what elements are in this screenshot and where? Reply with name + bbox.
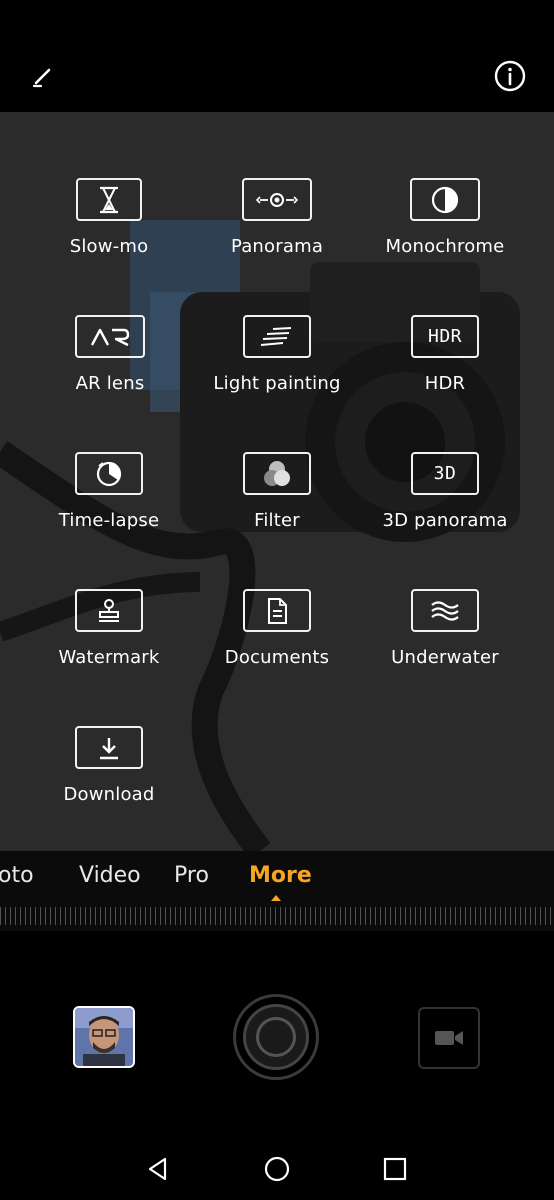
mode-slow-mo[interactable]: Slow-mo [24,178,194,278]
mode-label: AR lens [75,373,145,394]
shutter-inner-ring [243,1004,309,1070]
mode-monochrome[interactable]: Monochrome [360,178,530,278]
mode-label: Documents [224,647,330,668]
mode-time-lapse[interactable]: Time-lapse [24,452,194,552]
mode-download[interactable]: Download [24,726,194,826]
mode-label: Time-lapse [58,510,160,531]
hourglass-icon [76,178,142,221]
mode-3d-panorama[interactable]: 3D 3D panorama [360,452,530,552]
mode-label: 3D panorama [382,510,508,531]
tab-video[interactable]: Video [79,863,141,888]
light-streaks-icon [243,315,311,358]
mode-hdr[interactable]: HDR HDR [360,315,530,415]
waves-icon [411,589,479,632]
mode-underwater[interactable]: Underwater [360,589,530,689]
mode-grid: Slow-mo Panorama Monochrome AR lens Ligh… [0,112,554,851]
mode-documents[interactable]: Documents [192,589,362,689]
mode-label: Filter [254,510,300,531]
camera-screen: Slow-mo Panorama Monochrome AR lens Ligh… [0,0,554,1200]
mode-label: Download [63,784,155,805]
filter-icon [243,452,311,495]
mode-label: Watermark [58,647,160,668]
mode-label: HDR [424,373,466,394]
mode-scroll-ruler[interactable] [0,907,554,925]
pencil-icon[interactable] [25,58,61,94]
mode-light-painting[interactable]: Light painting [192,315,362,415]
ar-icon [75,315,145,358]
3d-icon-text: 3D [433,463,457,484]
stamp-icon [75,589,143,632]
active-tab-indicator [271,895,281,901]
mode-label: Underwater [391,647,499,668]
tab-more[interactable]: More [249,863,312,888]
info-icon[interactable] [492,58,528,94]
3d-icon: 3D [411,452,479,495]
panorama-icon [242,178,312,221]
system-nav-bar [0,1131,554,1200]
mode-label: Monochrome [385,236,505,257]
home-circle-icon[interactable] [263,1155,291,1183]
mode-label: Light painting [213,373,341,394]
video-camera-icon[interactable] [418,1007,480,1069]
top-bar [0,0,554,112]
mode-panorama[interactable]: Panorama [192,178,362,278]
shutter-core [256,1017,296,1057]
shutter-button[interactable] [233,994,319,1080]
hdr-icon: HDR [411,315,479,358]
mode-filter[interactable]: Filter [192,452,362,552]
viewfinder: Slow-mo Panorama Monochrome AR lens Ligh… [0,112,554,851]
back-triangle-icon[interactable] [144,1155,172,1183]
recents-square-icon[interactable] [381,1155,409,1183]
mode-label: Slow-mo [69,236,149,257]
download-icon [75,726,143,769]
mode-label: Panorama [230,236,324,257]
tab-pro[interactable]: Pro [174,863,209,888]
timer-icon [75,452,143,495]
gallery-thumbnail[interactable] [73,1006,135,1068]
document-icon [243,589,311,632]
mode-watermark[interactable]: Watermark [24,589,194,689]
hdr-icon-text: HDR [427,326,462,347]
capture-controls [0,931,554,1131]
mode-switcher: oto Video Pro More [0,851,554,931]
monochrome-icon [410,178,480,221]
mode-ar-lens[interactable]: AR lens [25,315,195,415]
tab-photo[interactable]: oto [0,863,34,888]
